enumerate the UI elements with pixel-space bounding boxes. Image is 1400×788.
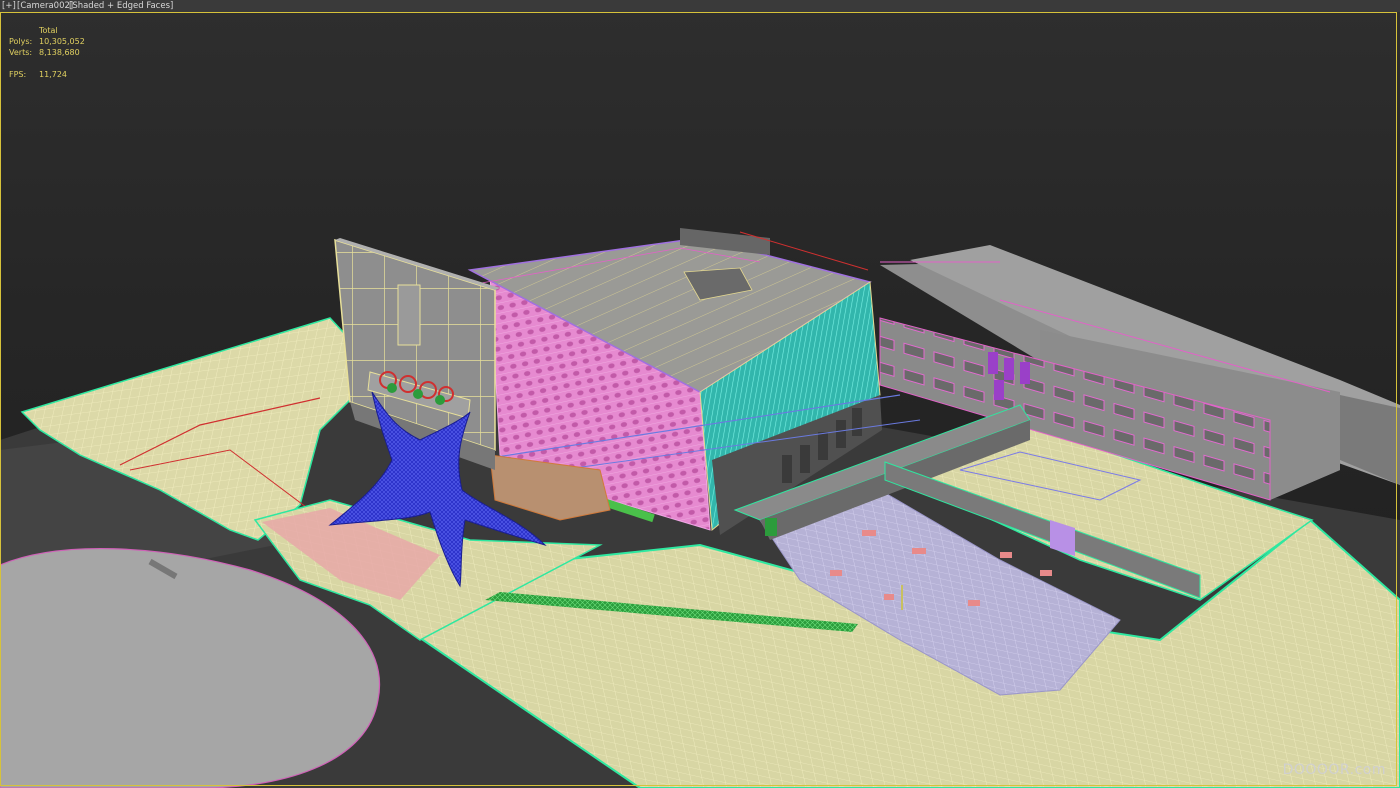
- stats-spacer: [9, 58, 129, 69]
- viewport-label-bar: [0, 0, 1400, 12]
- polys-value: 10,305,052: [39, 37, 85, 46]
- camera-viewport[interactable]: [+] [Camera002] [Shaded + Edged Faces] T…: [0, 0, 1400, 788]
- fps-label: FPS:: [9, 70, 27, 79]
- stats-polys-row: Polys: 10,305,052: [9, 36, 129, 47]
- camera-selector[interactable]: [Camera002]: [17, 1, 73, 11]
- scene-render[interactable]: [0, 0, 1400, 788]
- stats-header: Total: [39, 26, 58, 35]
- shading-mode-selector[interactable]: [Shaded + Edged Faces]: [69, 1, 173, 11]
- polys-label: Polys:: [9, 37, 33, 46]
- stats-header-row: Total: [9, 25, 129, 36]
- fps-value: 11,724: [39, 70, 67, 79]
- verts-label: Verts:: [9, 48, 33, 57]
- stats-verts-row: Verts: 8,138,680: [9, 47, 129, 58]
- viewport-menu-button[interactable]: [+]: [2, 1, 16, 11]
- statistics-overlay: Total Polys: 10,305,052 Verts: 8,138,680…: [9, 25, 129, 80]
- watermark: DOOOOR.com: [1282, 762, 1386, 778]
- verts-value: 8,138,680: [39, 48, 80, 57]
- stats-fps-row: FPS: 11,724: [9, 69, 129, 80]
